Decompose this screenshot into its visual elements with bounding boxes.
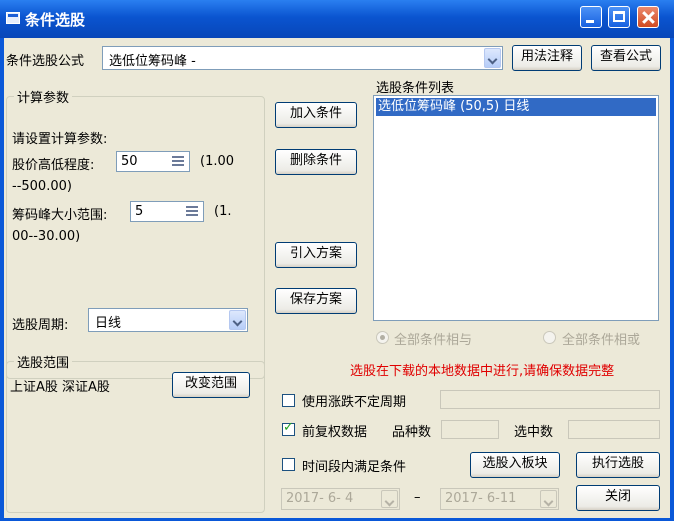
period-select[interactable]: 日线	[88, 308, 248, 332]
view-formula-button[interactable]: 查看公式	[591, 45, 661, 71]
calc-params-legend: 计算参数	[14, 87, 73, 106]
param1-range-b: --500.00)	[12, 179, 72, 194]
param1-stepper[interactable]: 50	[116, 151, 190, 172]
uncertain-period-checkbox[interactable]	[282, 394, 295, 407]
add-condition-button[interactable]: 加入条件	[275, 102, 357, 128]
close-button[interactable]: 关闭	[576, 485, 660, 511]
formula-select[interactable]: 选低位筹码峰 -	[102, 46, 503, 70]
app-icon	[6, 12, 20, 24]
chevron-down-icon[interactable]	[484, 48, 501, 68]
param1-label: 股价高低程度:	[12, 158, 95, 173]
execute-button[interactable]: 执行选股	[576, 452, 660, 478]
param2-label: 筹码峰大小范围:	[12, 208, 108, 223]
spin-icon[interactable]	[184, 203, 202, 220]
title-bar[interactable]: 条件选股	[0, 0, 674, 38]
chevron-down-icon	[540, 490, 557, 508]
list-item[interactable]: 选低位筹码峰 (50,5) 日线	[376, 98, 656, 116]
maximize-button[interactable]	[608, 6, 630, 28]
radio-all-or-label: 全部条件相或	[562, 333, 641, 348]
time-range-checkbox[interactable]	[282, 458, 295, 471]
count-field	[441, 420, 499, 439]
date-to-value: 2017- 6-11	[445, 491, 517, 506]
scope-value: 上证A股 深证A股	[10, 380, 110, 395]
conditions-list[interactable]: 选低位筹码峰 (50,5) 日线	[373, 95, 659, 321]
radio-all-or[interactable]	[543, 331, 556, 344]
date-from-value: 2017- 6- 4	[286, 491, 354, 506]
usage-notes-button[interactable]: 用法注释	[512, 45, 582, 71]
date-separator: –	[414, 490, 421, 505]
param2-stepper[interactable]: 5	[130, 201, 204, 222]
change-scope-button[interactable]: 改变范围	[172, 372, 250, 398]
data-integrity-notice: 选股在下载的本地数据中进行,请确保数据完整	[350, 364, 615, 379]
time-range-label: 时间段内满足条件	[302, 460, 407, 475]
delete-condition-button[interactable]: 删除条件	[275, 149, 357, 175]
formula-label: 条件选股公式	[6, 54, 85, 69]
count-label: 品种数	[392, 425, 432, 440]
params-prompt: 请设置计算参数:	[12, 132, 108, 147]
formula-selected-value: 选低位筹码峰 -	[109, 54, 196, 69]
date-to-select: 2017- 6-11	[440, 488, 559, 510]
adjusted-data-checkbox[interactable]	[282, 420, 295, 436]
chevron-down-icon[interactable]	[229, 310, 246, 330]
minimize-button[interactable]	[580, 6, 602, 28]
param2-range-b: 00--30.00)	[12, 229, 81, 244]
period-label: 选股周期:	[12, 318, 69, 333]
param1-value: 50	[121, 154, 138, 169]
period-value: 日线	[95, 316, 122, 331]
uncertain-period-field	[440, 390, 660, 409]
conditions-list-title: 选股条件列表	[376, 81, 455, 96]
uncertain-period-label: 使用涨跌不定周期	[302, 395, 407, 410]
radio-all-and[interactable]	[376, 331, 389, 344]
radio-all-and-label: 全部条件相与	[394, 333, 473, 348]
dialog-client-area: 条件选股公式 选低位筹码峰 - 用法注释 查看公式 计算参数 请设置计算参数: …	[4, 38, 670, 518]
param2-range-a: (1.	[214, 204, 232, 219]
date-from-select: 2017- 6- 4	[281, 488, 400, 510]
chevron-down-icon	[381, 490, 398, 508]
param2-value: 5	[135, 204, 144, 219]
close-window-button[interactable]	[637, 6, 659, 28]
import-scheme-button[interactable]: 引入方案	[275, 242, 357, 268]
param1-range-a: (1.00	[200, 154, 235, 169]
adjusted-data-label: 前复权数据	[302, 425, 368, 440]
save-scheme-button[interactable]: 保存方案	[275, 288, 357, 314]
spin-icon[interactable]	[170, 153, 188, 170]
selected-count-label: 选中数	[514, 425, 554, 440]
scope-legend: 选股范围	[14, 352, 73, 371]
dialog-window: 条件选股 条件选股公式 选低位筹码峰 - 用法注释 查看公式 计算参数 请设置计…	[0, 0, 674, 521]
window-title: 条件选股	[25, 11, 86, 29]
add-to-block-button[interactable]: 选股入板块	[470, 452, 560, 478]
selected-count-field	[568, 420, 660, 439]
